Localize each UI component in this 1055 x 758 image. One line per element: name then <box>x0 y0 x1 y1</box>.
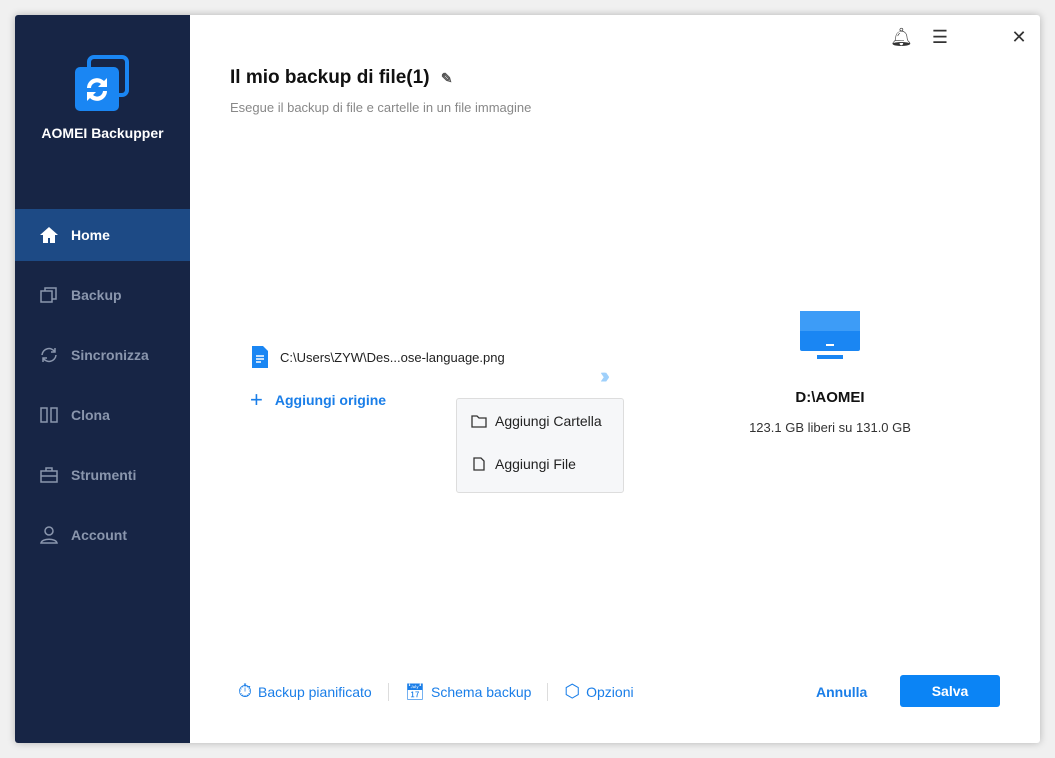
user-icon <box>40 526 58 544</box>
sidebar-item-tools[interactable]: Strumenti <box>15 449 190 501</box>
menu-item-add-folder[interactable]: Aggiungi Cartella <box>457 399 623 442</box>
source-path: C:\Users\ZYW\Des...ose-language.png <box>280 349 505 365</box>
destination[interactable]: D:\AOMEI 123.1 GB liberi su 131.0 GB <box>730 310 930 435</box>
close-icon[interactable]: ✕ <box>1009 27 1029 47</box>
sidebar-item-label: Strumenti <box>71 467 137 483</box>
sidebar: AOMEI Backupper Home Backup Sincronizza … <box>15 15 190 743</box>
clone-icon <box>40 407 58 423</box>
app-window: AOMEI Backupper Home Backup Sincronizza … <box>15 15 1040 743</box>
divider <box>547 682 549 701</box>
menu-item-add-file[interactable]: Aggiungi File <box>457 442 623 485</box>
options-button[interactable]: ⬡ Opzioni <box>564 681 633 702</box>
backup-icon <box>40 287 57 303</box>
sidebar-item-clone[interactable]: Clona <box>15 389 190 441</box>
monitor-icon <box>800 311 860 359</box>
arrow-icon: ››› <box>600 363 610 388</box>
sidebar-item-account[interactable]: Account <box>15 509 190 561</box>
menu-icon[interactable]: ☰ <box>930 27 950 47</box>
sync-icon <box>41 347 57 363</box>
bell-icon[interactable]: 🔔︎ <box>890 27 913 47</box>
sidebar-item-label: Account <box>71 527 127 543</box>
save-button[interactable]: Salva <box>900 675 1000 707</box>
scheme-button[interactable]: 📅︎ Schema backup <box>405 682 532 702</box>
schedule-button[interactable]: ⏱ Backup pianificato <box>238 681 372 702</box>
footer-toolbar: ⏱ Backup pianificato 📅︎ Schema backup ⬡ Opz… <box>238 681 634 702</box>
plus-icon: + <box>250 387 263 412</box>
sidebar-item-label: Backup <box>71 287 122 303</box>
sidebar-item-sync[interactable]: Sincronizza <box>15 329 190 381</box>
stopwatch-icon: ⏱ <box>238 681 253 701</box>
sidebar-item-home[interactable]: Home <box>15 209 190 261</box>
page-subtitle: Esegue il backup di file e cartelle in u… <box>230 100 532 115</box>
file-icon <box>252 346 268 368</box>
options-gear-icon: ⬡ <box>564 681 581 701</box>
toolbox-icon <box>40 467 58 483</box>
sidebar-item-label: Clona <box>71 407 110 423</box>
page-title: Il mio backup di file(1) ✎ <box>230 67 453 88</box>
sidebar-item-backup[interactable]: Backup <box>15 269 190 321</box>
aomei-logo-icon <box>75 55 129 111</box>
source-item: C:\Users\ZYW\Des...ose-language.png <box>250 345 505 369</box>
destination-name: D:\AOMEI <box>795 389 865 406</box>
calendar-icon: 📅︎ <box>404 683 425 701</box>
divider <box>387 682 389 701</box>
destination-space: 123.1 GB liberi su 131.0 GB <box>749 420 911 435</box>
sidebar-item-label: Home <box>71 227 110 243</box>
sidebar-item-label: Sincronizza <box>71 347 149 363</box>
app-name: AOMEI Backupper <box>41 125 164 141</box>
add-source-menu: Aggiungi Cartella Aggiungi File <box>456 398 624 493</box>
edit-icon[interactable]: ✎ <box>441 70 453 86</box>
folder-icon <box>471 414 487 428</box>
add-source-button[interactable]: + Aggiungi origine <box>250 387 386 413</box>
home-icon <box>40 227 58 243</box>
main-panel: 🔔︎ ☰ ✕ Il mio backup di file(1) ✎ Esegue… <box>190 15 1040 743</box>
file-icon <box>473 456 485 471</box>
cancel-button[interactable]: Annulla <box>816 684 867 700</box>
